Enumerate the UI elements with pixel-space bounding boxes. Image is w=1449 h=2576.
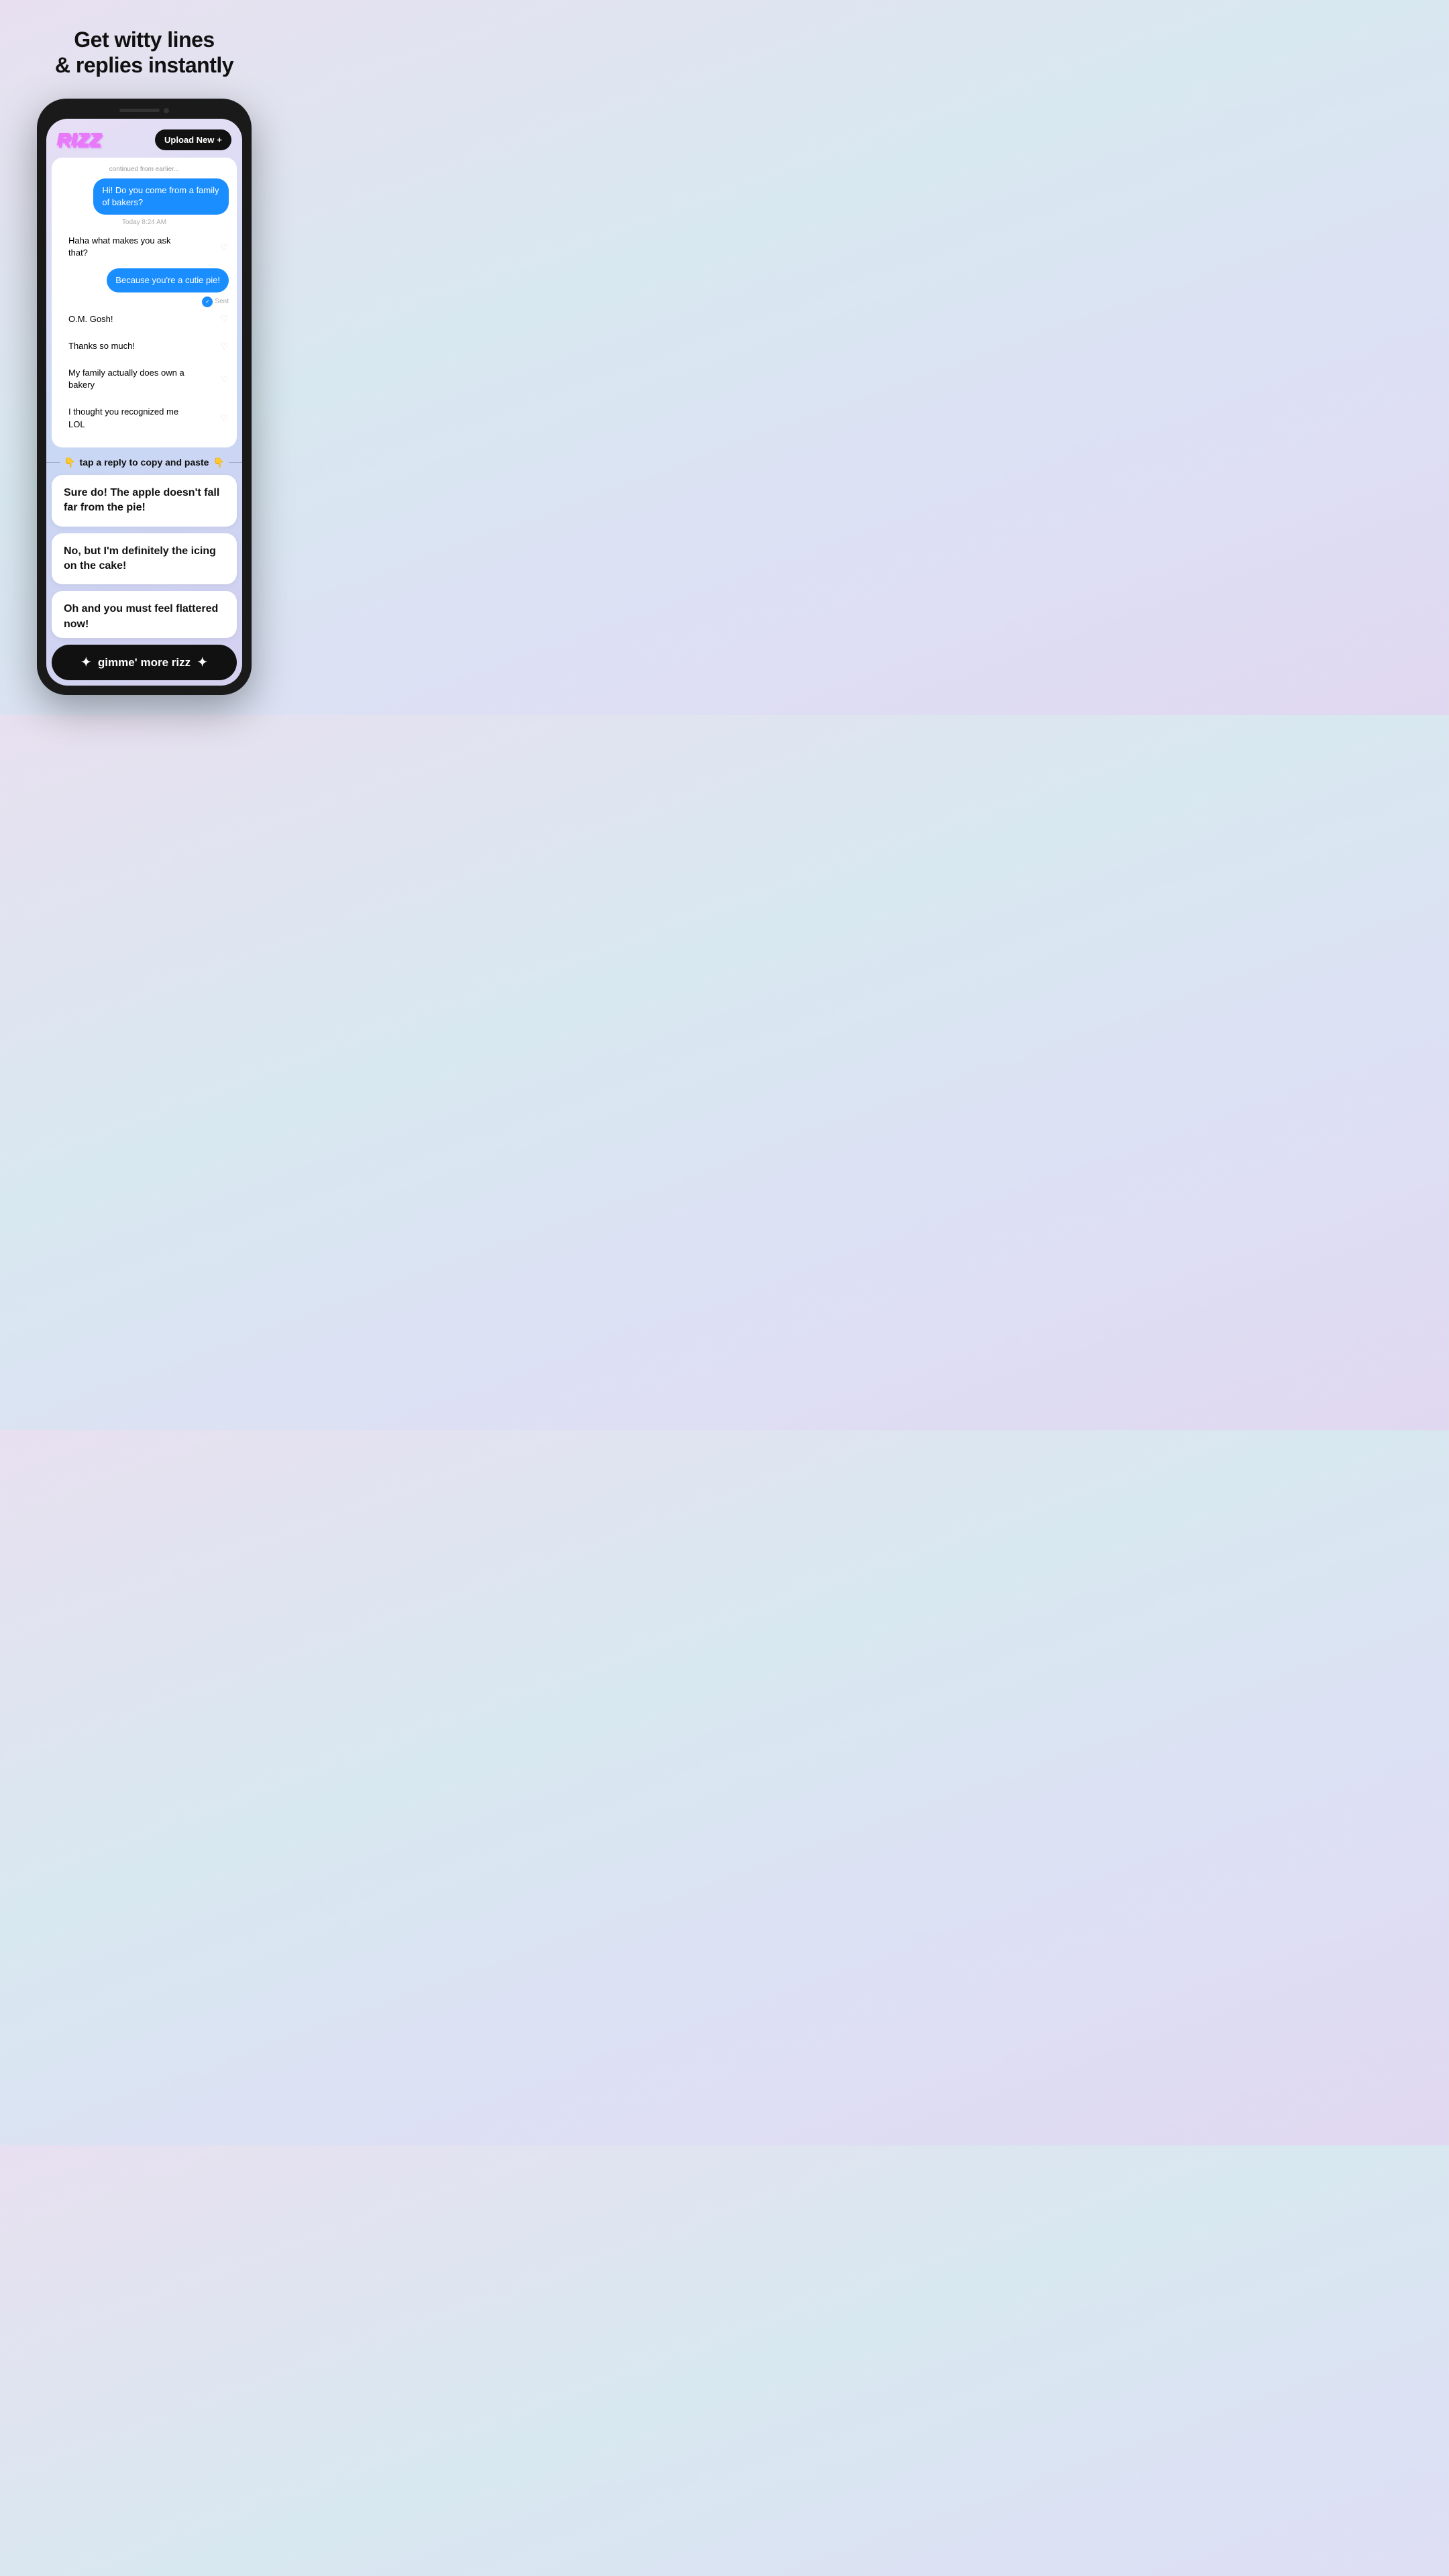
- reply-cards-container: Sure do! The apple doesn't fall far from…: [46, 475, 242, 686]
- chat-header-faded: continued from earlier...: [60, 166, 229, 173]
- reply-card-1[interactable]: Sure do! The apple doesn't fall far from…: [52, 475, 237, 527]
- gimme-more-rizz-button[interactable]: ✦ gimme' more rizz ✦: [52, 645, 237, 680]
- heart-icon-1[interactable]: ♡: [220, 241, 229, 253]
- tap-instruction: 👇 tap a reply to copy and paste 👇: [46, 447, 242, 475]
- reply-card-2[interactable]: No, but I'm definitely the icing on the …: [52, 533, 237, 585]
- message-row-received-1: Haha what makes you ask that? ♡: [60, 229, 229, 265]
- message-row-received-3: Thanks so much! ♡: [60, 334, 229, 358]
- bubble-text-sent-1: Hi! Do you come from a family of bakers?: [93, 178, 229, 215]
- heart-icon-4[interactable]: ♡: [220, 374, 229, 385]
- tap-emoji-left: 👇: [64, 457, 75, 468]
- app-logo: RIZZ: [57, 129, 101, 151]
- upload-btn-icon: +: [217, 135, 222, 145]
- upload-new-button[interactable]: Upload New +: [155, 129, 231, 150]
- reply-text-2: No, but I'm definitely the icing on the …: [64, 544, 225, 574]
- chat-timestamp: Today 8:24 AM: [60, 219, 229, 226]
- tap-text: tap a reply to copy and paste: [80, 457, 209, 468]
- message-sent-1: Hi! Do you come from a family of bakers?: [60, 178, 229, 215]
- heart-icon-3[interactable]: ♡: [220, 341, 229, 352]
- chat-area: continued from earlier... Hi! Do you com…: [52, 158, 237, 447]
- phone-notch: [46, 108, 242, 113]
- upload-btn-label: Upload New: [164, 135, 214, 145]
- phone-screen: RIZZ Upload New + continued from earlier…: [46, 119, 242, 686]
- sent-check-icon: ✓: [202, 297, 213, 307]
- sent-label: Sent: [215, 298, 229, 305]
- gimme-btn-label: gimme' more rizz: [98, 656, 191, 669]
- tap-line-right: [229, 462, 242, 463]
- app-header: RIZZ Upload New +: [46, 119, 242, 158]
- bubble-text-sent-2: Because you're a cutie pie!: [107, 268, 229, 292]
- message-row-received-5: I thought you recognized me LOL ♡: [60, 400, 229, 436]
- phone-speaker: [119, 109, 160, 112]
- message-sent-2: Because you're a cutie pie!: [60, 268, 229, 292]
- phone-camera: [164, 108, 169, 113]
- page-title: Get witty lines & replies instantly: [55, 27, 233, 78]
- heart-icon-5[interactable]: ♡: [220, 413, 229, 424]
- reply-text-3: Oh and you must feel flattered now!: [64, 602, 225, 632]
- wand-icon-left: ✦: [81, 655, 91, 669]
- sent-status: ✓ Sent: [60, 297, 229, 307]
- heart-icon-2[interactable]: ♡: [220, 313, 229, 325]
- bubble-text-received-1: Haha what makes you ask that?: [60, 229, 195, 265]
- bubble-text-received-2: O.M. Gosh!: [60, 307, 121, 331]
- bubble-text-received-4: My family actually does own a bakery: [60, 361, 195, 397]
- wand-icon-right: ✦: [197, 655, 207, 669]
- tap-emoji-right: 👇: [213, 457, 224, 468]
- tap-line-left: [46, 462, 60, 463]
- phone-mockup: RIZZ Upload New + continued from earlier…: [37, 99, 252, 696]
- message-row-received-2: O.M. Gosh! ♡: [60, 307, 229, 331]
- bubble-text-received-3: Thanks so much!: [60, 334, 144, 358]
- reply-text-1: Sure do! The apple doesn't fall far from…: [64, 486, 225, 516]
- message-row-received-4: My family actually does own a bakery ♡: [60, 361, 229, 397]
- reply-card-3[interactable]: Oh and you must feel flattered now!: [52, 591, 237, 638]
- bubble-text-received-5: I thought you recognized me LOL: [60, 400, 195, 436]
